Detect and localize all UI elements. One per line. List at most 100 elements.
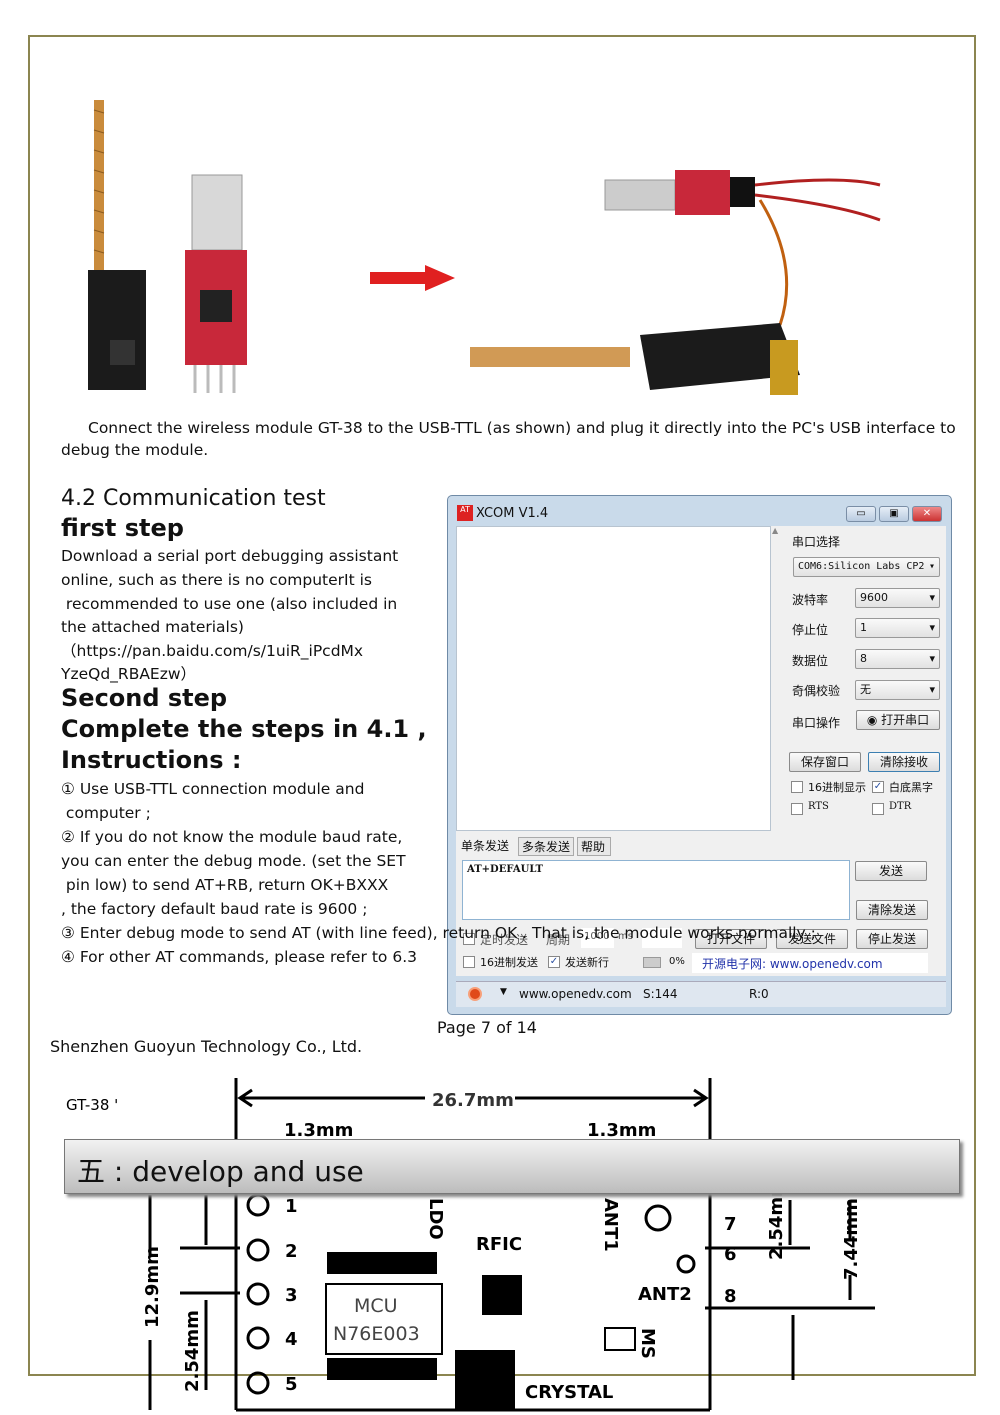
- minimize-button[interactable]: ▭: [846, 506, 876, 522]
- tab-multi-send[interactable]: 多条发送: [518, 837, 575, 856]
- data-bits-label: 数据位: [792, 654, 829, 668]
- pin-2: 2: [285, 1241, 298, 1262]
- clear-receive-button[interactable]: 清除接收: [868, 752, 940, 772]
- company-name: Shenzhen Guoyun Technology Co., Ltd.: [50, 1037, 363, 1056]
- pin-3: 3: [285, 1285, 298, 1306]
- red-arrow-icon: [370, 265, 455, 291]
- caption-line-1: Connect the wireless module GT-38 to the…: [88, 419, 956, 437]
- open-port-label: 打开串口: [881, 713, 930, 727]
- rts-checkbox[interactable]: [791, 803, 803, 815]
- section-banner: 五 : develop and use: [64, 1139, 960, 1194]
- product-photo: [88, 100, 881, 395]
- instruction-line: pin low) to send AT+RB, return OK+BXXX: [61, 876, 389, 894]
- page-number: Page 7 of 14: [437, 1018, 537, 1037]
- instructions-title: Instructions :: [61, 746, 242, 774]
- white-bg-checkbox[interactable]: ✓: [872, 781, 884, 793]
- save-window-button[interactable]: 保存窗口: [789, 752, 861, 772]
- dimension-diagram: 26.7mm 1.3mm 1.3mm GT-38 ' 12.9mm 2.54mm…: [66, 1078, 875, 1412]
- baud-select[interactable]: 9600: [855, 588, 940, 608]
- mcu-part-label: N76E003: [333, 1323, 420, 1345]
- banner-title: 五 : develop and use: [77, 1155, 364, 1188]
- port-label: 串口选择: [792, 535, 841, 549]
- pin-1: 1: [285, 1196, 298, 1217]
- left-pitch-dimension: 2.54mm: [182, 1310, 203, 1392]
- data-bits-select[interactable]: 8: [855, 649, 940, 669]
- stop-send-button[interactable]: 停止发送: [856, 929, 928, 949]
- height-dimension: 12.9mm: [142, 1246, 163, 1328]
- step2-title: Second step: [61, 684, 228, 712]
- step1-title: first step: [61, 514, 184, 542]
- hex-display-checkbox[interactable]: [791, 781, 803, 793]
- pin-5: 5: [285, 1374, 298, 1395]
- sent-count: S:144: [643, 987, 678, 1001]
- instruction-line: ③ Enter debug mode to send AT (with line…: [61, 924, 816, 942]
- instruction-line: ① Use USB-TTL connection module and: [61, 780, 365, 798]
- parity-select[interactable]: 无: [855, 680, 940, 700]
- radio-icon: ◉: [866, 713, 882, 727]
- tab-single-send[interactable]: 单条发送: [461, 837, 509, 854]
- status-icon[interactable]: [468, 987, 482, 1001]
- send-input[interactable]: AT+DEFAULT: [462, 860, 850, 920]
- section-heading: 4.2 Communication test: [61, 486, 326, 511]
- step1-line: online, such as there is no computerIt i…: [61, 571, 372, 589]
- status-url: www.openedv.com: [519, 987, 632, 1001]
- step1-line: recommended to use one (also included in: [61, 595, 398, 613]
- step1-line: Download a serial port debugging assista…: [61, 547, 399, 565]
- maximize-button[interactable]: ▣: [879, 506, 909, 522]
- close-button[interactable]: ✕: [912, 506, 942, 522]
- send-button[interactable]: 发送: [855, 861, 927, 881]
- instruction-line: ④ For other AT commands, please refer to…: [61, 948, 417, 966]
- instruction-line: , the factory default baud rate is 9600 …: [61, 900, 368, 918]
- ms-label: MS: [637, 1328, 658, 1359]
- mcu-label: MCU: [354, 1295, 398, 1317]
- port-operation-label: 串口操作: [792, 716, 841, 730]
- ant1-label: ANT1: [600, 1198, 621, 1252]
- step1-line: the attached materials): [61, 618, 244, 636]
- pin-7: 7: [724, 1214, 737, 1235]
- port-select[interactable]: COM6:Silicon Labs CP2: [793, 557, 940, 577]
- ant2-label: ANT2: [638, 1284, 692, 1305]
- instruction-line: computer ;: [61, 804, 151, 822]
- width-dimension: 26.7mm: [432, 1090, 514, 1111]
- white-bg-label: 白底黑字: [889, 781, 933, 794]
- tab-help[interactable]: 帮助: [577, 837, 612, 856]
- progress-bar: [643, 957, 661, 968]
- send-newline-checkbox[interactable]: ✓: [548, 956, 560, 968]
- clear-send-button[interactable]: 清除发送: [856, 900, 928, 920]
- usb-plug-image: [191, 174, 243, 251]
- instruction-line: you can enter the debug mode. (set the S…: [61, 852, 406, 870]
- receive-scrollbar[interactable]: ▲: [772, 526, 782, 831]
- download-link-cont[interactable]: YzeQd_RBAEzw）: [61, 662, 196, 686]
- window-title: XCOM V1.4: [476, 506, 549, 521]
- hex-display-label: 16进制显示: [808, 781, 866, 794]
- dtr-checkbox[interactable]: [872, 803, 884, 815]
- open-port-button[interactable]: ◉ 打开串口: [856, 710, 940, 730]
- hex-send-checkbox[interactable]: [463, 956, 475, 968]
- hex-send-label: 16进制发送: [480, 956, 538, 969]
- diagram-label: GT-38 ': [66, 1096, 118, 1114]
- antenna-spring-image: [93, 100, 105, 270]
- ldo-label: LDO: [425, 1198, 446, 1240]
- download-link[interactable]: （https://pan.baidu.com/s/1uiR_iPcdMx: [61, 639, 363, 663]
- baud-label: 波特率: [792, 593, 829, 607]
- app-logo-icon: AT: [457, 505, 473, 521]
- crystal-label: CRYSTAL: [525, 1382, 613, 1403]
- openedv-link[interactable]: 开源电子网: www.openedv.com: [692, 953, 928, 973]
- right-margin-dimension: 1.3mm: [587, 1120, 656, 1141]
- pin-6: 6: [724, 1244, 737, 1265]
- send-newline-label: 发送新行: [565, 956, 609, 969]
- rts-label: RTS: [808, 801, 829, 812]
- stop-bits-label: 停止位: [792, 623, 829, 637]
- received-count: R:0: [749, 987, 769, 1001]
- dtr-label: DTR: [889, 801, 912, 812]
- pin-4: 4: [285, 1329, 298, 1350]
- ant-offset-dimension: 7.44mm: [841, 1198, 862, 1280]
- caption-line-2: debug the module.: [61, 441, 209, 459]
- stop-bits-select[interactable]: 1: [855, 618, 940, 638]
- progress-label: 0%: [669, 956, 685, 967]
- parity-label: 奇偶校验: [792, 684, 841, 698]
- receive-area[interactable]: [456, 526, 771, 831]
- rfic-label: RFIC: [476, 1234, 522, 1255]
- left-margin-dimension: 1.3mm: [284, 1120, 353, 1141]
- chevron-down-icon[interactable]: ▼: [500, 987, 507, 997]
